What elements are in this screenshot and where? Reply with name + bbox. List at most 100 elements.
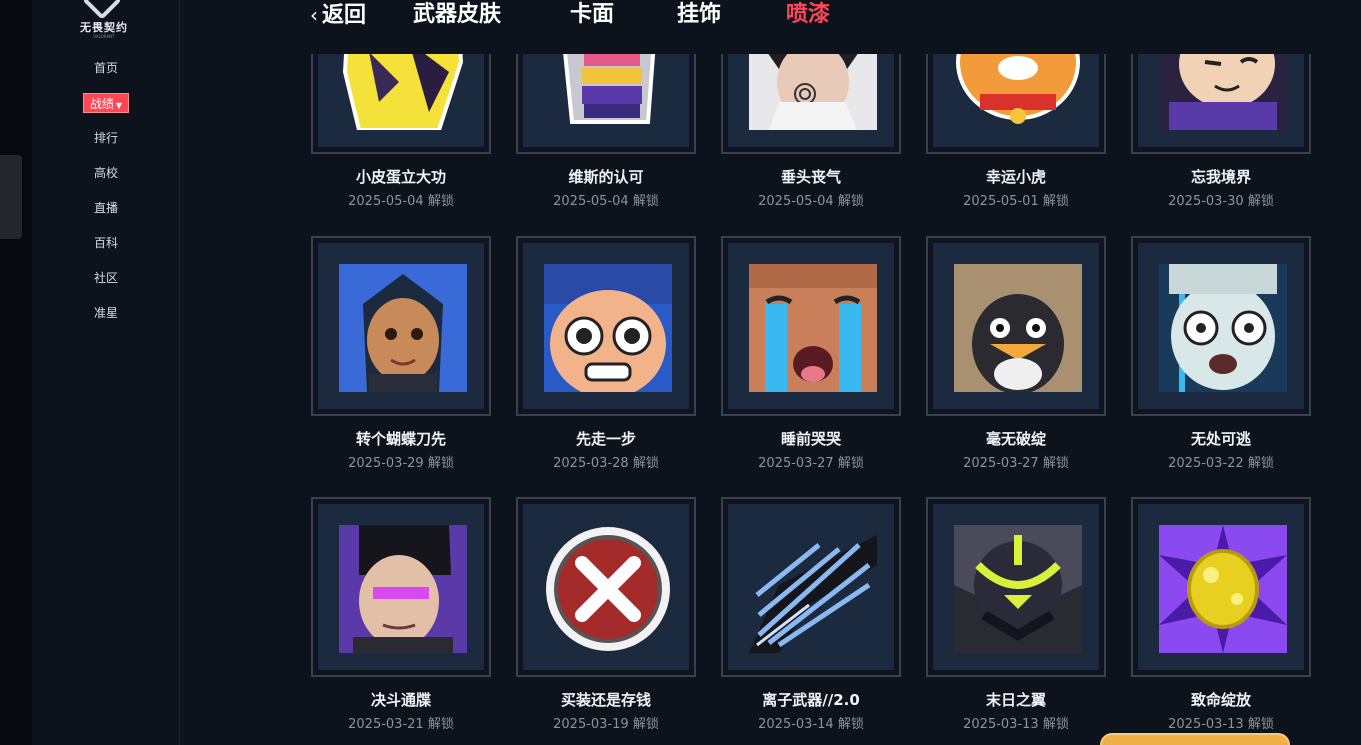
unlock-date-value: 2025-03-27	[963, 456, 1039, 471]
sidebar-item-home[interactable]: 首页	[32, 58, 180, 93]
sidebar-item-record[interactable]: 战绩 ▼	[32, 93, 180, 128]
unlock-status: 解锁	[427, 194, 454, 209]
penguin-icon	[954, 264, 1082, 392]
spray-title: 毫无破绽	[985, 430, 1046, 448]
logo[interactable]: 无畏契约 VALORANT	[72, 0, 136, 44]
spray-grid: 小皮蛋立大功 2025-05-04 解锁 维斯的认可 2025-05-04 解锁 垂头丧…	[180, 0, 1361, 745]
spray-title: 幸运小虎	[985, 168, 1046, 186]
back-label: 返回	[322, 3, 367, 28]
duelist-agent-icon	[339, 525, 467, 653]
unlock-date-value: 2025-03-19	[553, 717, 629, 732]
unlock-status: 解锁	[837, 194, 864, 209]
tab-player-cards[interactable]: 卡面	[570, 0, 614, 30]
unlock-status: 解锁	[1247, 456, 1274, 471]
spray-title: 买装还是存钱	[560, 691, 651, 709]
unlock-status: 解锁	[1042, 194, 1069, 209]
spray-title: 致命绽放	[1190, 691, 1251, 709]
spray-unlock-date: 2025-03-14 解锁	[721, 713, 901, 732]
logo-text: 无畏契约	[80, 21, 128, 34]
spray-title: 先走一步	[575, 430, 636, 448]
spray-card[interactable]: 毫无破绽 2025-03-27 解锁	[926, 236, 1106, 476]
sidebar-item-community[interactable]: 社区	[32, 268, 180, 303]
blue-hair-agent-icon	[339, 264, 467, 392]
spray-title: 决斗通牒	[370, 691, 431, 709]
spray-frame[interactable]	[516, 236, 696, 416]
sidebar-item-label: 高校	[93, 166, 118, 180]
sidebar-item-crosshair[interactable]: 准星	[32, 303, 180, 338]
sidebar-item-ranking[interactable]: 排行	[32, 128, 180, 163]
spray-card[interactable]: 睡前哭哭 2025-03-27 解锁	[721, 236, 901, 476]
sidebar-item-college[interactable]: 高校	[32, 163, 180, 198]
unlock-status: 解锁	[632, 717, 659, 732]
sidebar-item-label: 百科	[93, 236, 118, 250]
spray-card[interactable]: 末日之翼 2025-03-13 解锁	[926, 497, 1106, 737]
spray-unlock-date: 2025-03-27 解锁	[926, 452, 1106, 471]
sidebar-item-live[interactable]: 直播	[32, 198, 180, 233]
side-drawer-handle[interactable]	[0, 155, 22, 239]
spray-card[interactable]: 买装还是存钱 2025-03-19 解锁	[516, 497, 696, 737]
app-root: 无畏契约 VALORANT 首页 战绩 ▼ 排行 高校 直播 百科 社区 准星 小…	[0, 0, 1361, 745]
spray-frame[interactable]	[311, 497, 491, 677]
top-nav: ‹ 返回 武器皮肤 卡面 挂饰 喷漆	[180, 0, 1361, 54]
logo-subtext: VALORANT	[93, 34, 115, 39]
sidebar-item-active-pill: 战绩 ▼	[82, 93, 130, 113]
spray-card[interactable]: 致命绽放 2025-03-13 解锁	[1131, 497, 1311, 737]
tab-weapon-skins[interactable]: 武器皮肤	[413, 0, 501, 30]
sidebar-item-label: 首页	[93, 61, 118, 75]
unlock-date-value: 2025-03-30	[1168, 194, 1244, 209]
spray-title: 维斯的认可	[568, 168, 644, 186]
spray-title: 忘我境界	[1190, 168, 1251, 186]
tab-buddies[interactable]: 挂饰	[677, 0, 721, 30]
sidebar-item-wiki[interactable]: 百科	[32, 233, 180, 268]
ion-wing-icon	[749, 525, 877, 653]
unlock-status: 解锁	[427, 717, 454, 732]
back-button[interactable]: ‹ 返回	[310, 0, 366, 30]
sidebar-item-label: 排行	[93, 131, 118, 145]
unlock-date-value: 2025-03-22	[1168, 456, 1244, 471]
sidebar-item-label: 战绩	[89, 97, 114, 111]
spray-frame[interactable]	[311, 236, 491, 416]
spray-unlock-date: 2025-03-19 解锁	[516, 713, 696, 732]
left-edge-panel	[0, 0, 32, 745]
scared-agent-icon	[1159, 264, 1287, 392]
unlock-date-value: 2025-03-27	[758, 456, 834, 471]
spray-unlock-date: 2025-03-21 解锁	[311, 713, 491, 732]
spray-unlock-date: 2025-05-04 解锁	[721, 190, 901, 209]
valorant-logo-icon	[82, 0, 122, 20]
spray-frame[interactable]	[1131, 236, 1311, 416]
spray-unlock-date: 2025-05-04 解锁	[516, 190, 696, 209]
red-x-icon	[544, 525, 672, 653]
spray-frame[interactable]	[926, 497, 1106, 677]
unlock-status: 解锁	[632, 456, 659, 471]
spray-title: 垂头丧气	[780, 168, 841, 186]
spray-title: 转个蝴蝶刀先	[355, 430, 446, 448]
spray-card[interactable]: 转个蝴蝶刀先 2025-03-29 解锁	[311, 236, 491, 476]
unlock-date-value: 2025-03-28	[553, 456, 629, 471]
spray-unlock-date: 2025-03-13 解锁	[926, 713, 1106, 732]
spray-unlock-date: 2025-03-13 解锁	[1131, 713, 1311, 732]
spray-card[interactable]: 离子武器//2.0 2025-03-14 解锁	[721, 497, 901, 737]
unlock-date-value: 2025-03-29	[348, 456, 424, 471]
spray-unlock-date: 2025-03-27 解锁	[721, 452, 901, 471]
floating-action-button[interactable]	[1100, 733, 1290, 745]
spray-unlock-date: 2025-05-04 解锁	[311, 190, 491, 209]
golden-bloom-icon	[1159, 525, 1287, 653]
spray-unlock-date: 2025-03-28 解锁	[516, 452, 696, 471]
spray-unlock-date: 2025-03-29 解锁	[311, 452, 491, 471]
spray-title: 离子武器//2.0	[762, 691, 860, 709]
spray-unlock-date: 2025-03-22 解锁	[1131, 452, 1311, 471]
spray-frame[interactable]	[516, 497, 696, 677]
unlock-status: 解锁	[837, 456, 864, 471]
unlock-status: 解锁	[427, 456, 454, 471]
spray-frame[interactable]	[1131, 497, 1311, 677]
spray-frame[interactable]	[721, 497, 901, 677]
spray-card[interactable]: 决斗通牒 2025-03-21 解锁	[311, 497, 491, 737]
unlock-status: 解锁	[1247, 717, 1274, 732]
tab-sprays[interactable]: 喷漆	[786, 0, 830, 30]
spray-frame[interactable]	[926, 236, 1106, 416]
spray-title: 无处可逃	[1190, 430, 1251, 448]
spray-frame[interactable]	[721, 236, 901, 416]
unlock-date-value: 2025-05-01	[963, 194, 1039, 209]
spray-card[interactable]: 先走一步 2025-03-28 解锁	[516, 236, 696, 476]
spray-card[interactable]: 无处可逃 2025-03-22 解锁	[1131, 236, 1311, 476]
